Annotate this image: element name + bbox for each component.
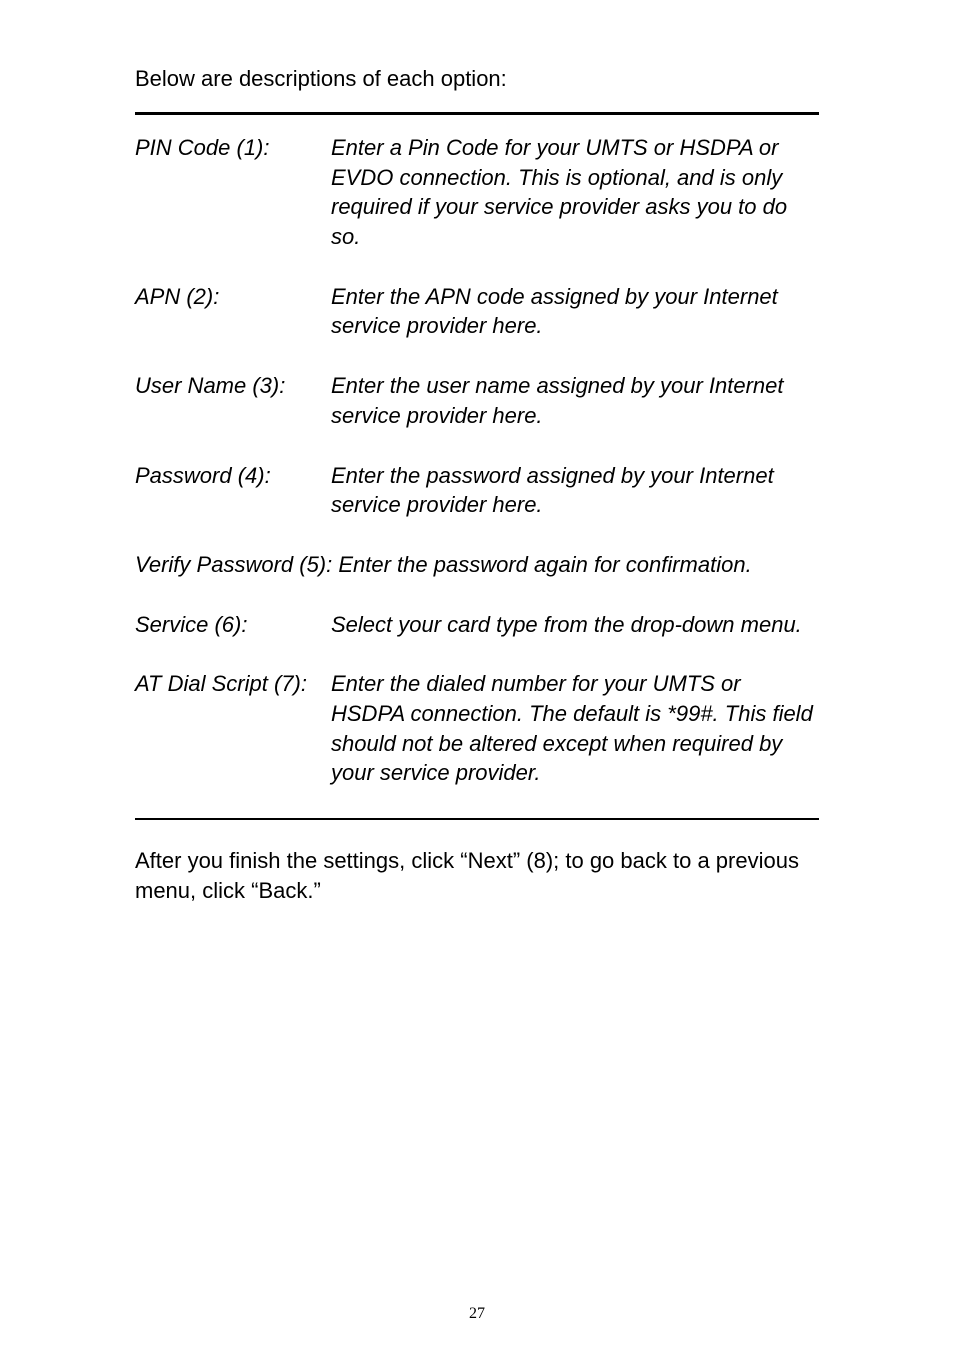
- definition-desc: Select your card type from the drop-down…: [331, 610, 819, 640]
- definition-label: User Name (3):: [135, 371, 331, 401]
- definition-desc: Enter the dialed number for your UMTS or…: [331, 669, 819, 788]
- definition-row: PIN Code (1): Enter a Pin Code for your …: [135, 133, 819, 252]
- definition-label: Service (6):: [135, 610, 331, 640]
- intro-text: Below are descriptions of each option:: [135, 66, 819, 92]
- definition-desc: Enter the user name assigned by your Int…: [331, 371, 819, 430]
- definition-row: Service (6): Select your card type from …: [135, 610, 819, 640]
- outro-text: After you finish the settings, click “Ne…: [135, 846, 819, 905]
- definition-row: Password (4): Enter the password assigne…: [135, 461, 819, 520]
- definition-full-row: Verify Password (5): Enter the password …: [135, 550, 819, 580]
- definition-desc: Enter the password assigned by your Inte…: [331, 461, 819, 520]
- definition-label: AT Dial Script (7):: [135, 669, 331, 699]
- definition-label: Password (4):: [135, 461, 331, 491]
- definition-row: User Name (3): Enter the user name assig…: [135, 371, 819, 430]
- page-number: 27: [0, 1305, 954, 1323]
- definition-desc: Enter the APN code assigned by your Inte…: [331, 282, 819, 341]
- divider-top: [135, 112, 819, 115]
- definition-row: AT Dial Script (7): Enter the dialed num…: [135, 669, 819, 788]
- page: Below are descriptions of each option: P…: [0, 0, 954, 1351]
- definition-row: APN (2): Enter the APN code assigned by …: [135, 282, 819, 341]
- definition-label: PIN Code (1):: [135, 133, 331, 163]
- definition-label: APN (2):: [135, 282, 331, 312]
- definition-desc: Enter a Pin Code for your UMTS or HSDPA …: [331, 133, 819, 252]
- divider-bottom: [135, 818, 819, 820]
